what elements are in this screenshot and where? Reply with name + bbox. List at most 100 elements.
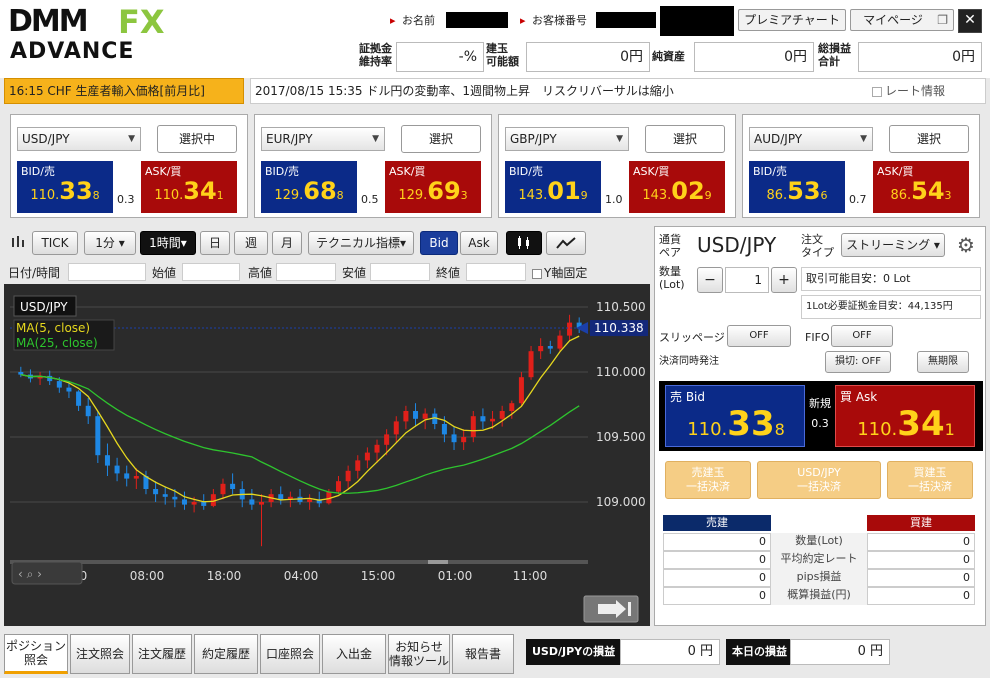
pair-select[interactable]: GBP/JPY ▼ xyxy=(505,127,629,151)
min1-dropdown[interactable]: 1分 ▾ xyxy=(84,231,136,255)
candle-body[interactable] xyxy=(336,481,342,492)
pair-select-button[interactable]: 選択 xyxy=(401,125,481,153)
close-button[interactable]: ✕ xyxy=(958,9,982,33)
ask-button[interactable]: ASK/買 143.029 xyxy=(629,161,725,213)
bottom-tab[interactable]: 報告書 xyxy=(452,634,514,674)
zoom-icon[interactable]: ‹ ⌕ › xyxy=(18,567,42,581)
candle-body[interactable] xyxy=(230,483,236,489)
candle-body[interactable] xyxy=(528,351,534,378)
fifo-toggle[interactable]: OFF xyxy=(831,325,893,347)
candle-body[interactable] xyxy=(95,416,101,456)
day-button[interactable]: 日 xyxy=(200,231,230,255)
candle-body[interactable] xyxy=(124,473,130,479)
candle-body[interactable] xyxy=(201,502,207,506)
checkbox-icon[interactable] xyxy=(532,268,542,279)
hour1-dropdown[interactable]: 1時間▾ xyxy=(140,231,196,255)
candle-body[interactable] xyxy=(307,499,313,502)
pair-select-button[interactable]: 選択 xyxy=(645,125,725,153)
candle-body[interactable] xyxy=(18,372,24,375)
candle-body[interactable] xyxy=(153,489,159,495)
news-ticker[interactable]: 2017/08/15 15:35 ドル円の変動率、1週間物上昇 リスクリバーサル… xyxy=(250,78,986,104)
bid-button[interactable]: BID/売 129.688 xyxy=(261,161,357,213)
buy-ask-button[interactable]: 買 Ask 110.341 xyxy=(835,385,975,447)
qty-plus-button[interactable]: + xyxy=(771,267,797,293)
candle-body[interactable] xyxy=(133,476,139,479)
gear-icon[interactable]: ⚙ xyxy=(953,233,979,259)
bottom-tab[interactable]: 注文照会 xyxy=(70,634,130,674)
candle-body[interactable] xyxy=(76,391,82,406)
candle-body[interactable] xyxy=(509,403,515,411)
candle-body[interactable] xyxy=(567,322,573,336)
buy-bulk-close-button[interactable]: 買建玉 一括決済 xyxy=(887,461,973,499)
candle-body[interactable] xyxy=(162,494,168,497)
candle-body[interactable] xyxy=(355,460,361,471)
stop-loss-toggle[interactable]: 損切: OFF xyxy=(825,351,891,373)
pair-select-button[interactable]: 選択中 xyxy=(157,125,237,153)
pair-select[interactable]: AUD/JPY ▼ xyxy=(749,127,873,151)
rate-info-toggle[interactable]: レート情報 xyxy=(871,79,945,103)
candle-body[interactable] xyxy=(258,502,264,505)
qty-minus-button[interactable]: − xyxy=(697,267,723,293)
pair-bulk-close-button[interactable]: USD/JPY 一括決済 xyxy=(757,461,881,499)
sell-bid-button[interactable]: 売 Bid 110.338 xyxy=(665,385,805,447)
bottom-tab[interactable]: お知らせ 情報ツール xyxy=(388,634,450,674)
candle-body[interactable] xyxy=(114,465,120,474)
candle-body[interactable] xyxy=(441,424,447,435)
candle-body[interactable] xyxy=(490,418,496,422)
bottom-tab[interactable]: 約定履歴 xyxy=(194,634,258,674)
checkbox-icon[interactable] xyxy=(871,86,882,97)
candle-body[interactable] xyxy=(56,381,62,388)
line-chart-icon[interactable] xyxy=(546,231,586,255)
candle-body[interactable] xyxy=(345,470,351,482)
candle-body[interactable] xyxy=(249,499,255,505)
bid-button[interactable]: BID/売 110.338 xyxy=(17,161,113,213)
candle-body[interactable] xyxy=(480,416,486,422)
candle-body[interactable] xyxy=(278,494,284,500)
candle-body[interactable] xyxy=(85,405,91,417)
candle-body[interactable] xyxy=(547,346,553,349)
premier-chart-button[interactable]: プレミアチャート xyxy=(738,9,846,31)
month-button[interactable]: 月 xyxy=(272,231,302,255)
price-chart[interactable]: 110.500 110.000 109.500 109.000 110.338 USD/J… xyxy=(4,284,650,626)
ask-button[interactable]: ASK/買 110.341 xyxy=(141,161,237,213)
unlimited-toggle[interactable]: 無期限 xyxy=(917,351,969,373)
candle-body[interactable] xyxy=(403,411,409,422)
candle-body[interactable] xyxy=(172,496,178,500)
technical-dropdown[interactable]: テクニカル指標▾ xyxy=(308,231,414,255)
bottom-tab[interactable]: ポジション 照会 xyxy=(4,634,68,674)
candle-body[interactable] xyxy=(557,335,563,349)
candle-body[interactable] xyxy=(66,387,72,392)
candle-body[interactable] xyxy=(104,455,110,466)
candle-body[interactable] xyxy=(191,502,197,505)
candle-body[interactable] xyxy=(470,416,476,437)
bid-button[interactable]: BID/売 143.019 xyxy=(505,161,601,213)
candle-body[interactable] xyxy=(364,452,370,461)
ask-button[interactable]: ASK/買 86.543 xyxy=(873,161,969,213)
candle-body[interactable] xyxy=(393,421,399,435)
candle-body[interactable] xyxy=(413,411,419,419)
pair-select-button[interactable]: 選択 xyxy=(889,125,969,153)
pair-select[interactable]: EUR/JPY ▼ xyxy=(261,127,385,151)
chart-scroll-thumb[interactable] xyxy=(428,560,448,564)
candle-body[interactable] xyxy=(181,499,187,505)
candle-body[interactable] xyxy=(422,413,428,419)
slippage-toggle[interactable]: OFF xyxy=(727,325,791,347)
week-button[interactable]: 週 xyxy=(234,231,268,255)
pair-select[interactable]: USD/JPY ▼ xyxy=(17,127,141,151)
chart-settings-icon[interactable] xyxy=(6,231,30,255)
candle-body[interactable] xyxy=(499,411,505,419)
economic-ticker[interactable]: 16:15 CHF 生産者輸入価格[前月比] xyxy=(4,78,244,104)
sell-bulk-close-button[interactable]: 売建玉 一括決済 xyxy=(665,461,751,499)
bid-toggle[interactable]: Bid xyxy=(420,231,458,255)
bottom-tab[interactable]: 注文履歴 xyxy=(132,634,192,674)
candle-body[interactable] xyxy=(518,377,524,404)
candle-body[interactable] xyxy=(451,434,457,443)
order-type-dropdown[interactable]: ストリーミング ▾ xyxy=(841,233,945,257)
bottom-tab[interactable]: 口座照会 xyxy=(260,634,320,674)
chart-scrollbar[interactable] xyxy=(10,560,588,564)
candle-body[interactable] xyxy=(384,434,390,445)
bottom-tab[interactable]: 入出金 xyxy=(322,634,386,674)
candle-body[interactable] xyxy=(461,437,467,443)
bid-button[interactable]: BID/売 86.536 xyxy=(749,161,845,213)
tick-button[interactable]: TICK xyxy=(32,231,78,255)
